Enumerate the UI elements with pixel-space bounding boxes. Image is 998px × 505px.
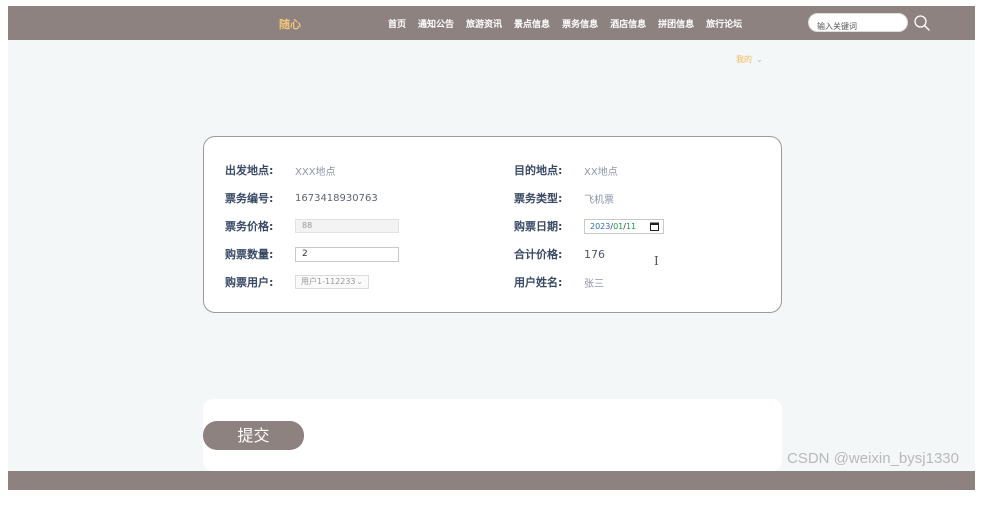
brand-logo[interactable]: 随心: [279, 16, 301, 32]
ticket-no-label: 票务编号:: [225, 192, 274, 205]
buyer-select-value: 用户1-112233: [301, 277, 356, 286]
date-year: 2023: [590, 221, 611, 231]
buyer-label: 购票用户:: [225, 276, 274, 289]
text-cursor-icon: I: [654, 254, 659, 268]
quantity-row: 购票数量: 2: [225, 246, 399, 262]
search-input[interactable]: [809, 18, 907, 35]
username-row: 用户姓名: 张三: [514, 274, 604, 290]
footer-bar: [8, 471, 975, 490]
destination-value: XX地点: [584, 166, 618, 178]
price-field: 88: [295, 219, 399, 233]
nav-tickets[interactable]: 票务信息: [562, 17, 598, 30]
date-month: 01: [613, 221, 624, 231]
destination-label: 目的地点:: [514, 164, 563, 177]
total-label: 合计价格:: [514, 248, 563, 261]
ticket-no-value: 1673418930763: [295, 192, 378, 204]
departure-label: 出发地点:: [225, 164, 274, 177]
nav-travel-news[interactable]: 旅游资讯: [466, 17, 502, 30]
search-box: [808, 13, 908, 35]
nav-home[interactable]: 首页: [388, 17, 406, 30]
chevron-down-icon: ⌄: [356, 277, 363, 286]
submit-button[interactable]: 提交: [203, 421, 304, 450]
nav-hotels[interactable]: 酒店信息: [610, 17, 646, 30]
ticket-type-row: 票务类型: 飞机票: [514, 190, 614, 206]
quantity-input[interactable]: 2: [295, 246, 399, 262]
purchase-date-field[interactable]: 2023/01/11: [584, 218, 664, 234]
date-label: 购票日期:: [514, 220, 563, 233]
ticket-no-row: 票务编号: 1673418930763: [225, 190, 378, 206]
page: 随心 首页 通知公告 旅游资讯 景点信息 票务信息 酒店信息 拼团信息 旅行论坛…: [0, 0, 998, 505]
app-window: 随心 首页 通知公告 旅游资讯 景点信息 票务信息 酒店信息 拼团信息 旅行论坛…: [8, 6, 975, 490]
user-menu-label: 我的: [736, 55, 752, 64]
watermark: CSDN @weixin_bysj1330: [787, 450, 959, 467]
buyer-select: 用户1-112233 ⌄: [295, 275, 369, 289]
ticket-type-value: 飞机票: [584, 194, 614, 206]
departure-value: XXX地点: [295, 166, 336, 178]
username-value: 张三: [584, 278, 604, 290]
date-row: 购票日期: 2023/01/11: [514, 218, 664, 234]
chevron-down-icon: ⌄: [756, 55, 763, 64]
nav-notices[interactable]: 通知公告: [418, 17, 454, 30]
ticket-type-label: 票务类型:: [514, 192, 563, 205]
username-label: 用户姓名:: [514, 276, 563, 289]
destination-row: 目的地点: XX地点: [514, 162, 618, 178]
price-row: 票务价格: 88: [225, 218, 399, 234]
top-nav-bar: 随心 首页 通知公告 旅游资讯 景点信息 票务信息 酒店信息 拼团信息 旅行论坛: [8, 6, 975, 40]
date-day: 11: [625, 221, 637, 231]
ticket-order-form: 出发地点: XXX地点 目的地点: XX地点 票务编号: 16734189307…: [203, 136, 782, 313]
user-menu[interactable]: 我的 ⌄: [736, 54, 763, 65]
nav-attractions[interactable]: 景点信息: [514, 17, 550, 30]
total-row: 合计价格: 176: [514, 246, 605, 262]
nav-forum[interactable]: 旅行论坛: [706, 17, 742, 30]
quantity-label: 购票数量:: [225, 248, 274, 261]
price-label: 票务价格:: [225, 220, 274, 233]
nav-group-buy[interactable]: 拼团信息: [658, 17, 694, 30]
buyer-row: 购票用户: 用户1-112233 ⌄: [225, 274, 369, 290]
main-nav: 首页 通知公告 旅游资讯 景点信息 票务信息 酒店信息 拼团信息 旅行论坛: [388, 17, 754, 30]
departure-row: 出发地点: XXX地点: [225, 162, 336, 178]
search-icon[interactable]: [913, 14, 931, 32]
calendar-icon[interactable]: [650, 222, 659, 231]
total-value: 176: [584, 247, 605, 261]
